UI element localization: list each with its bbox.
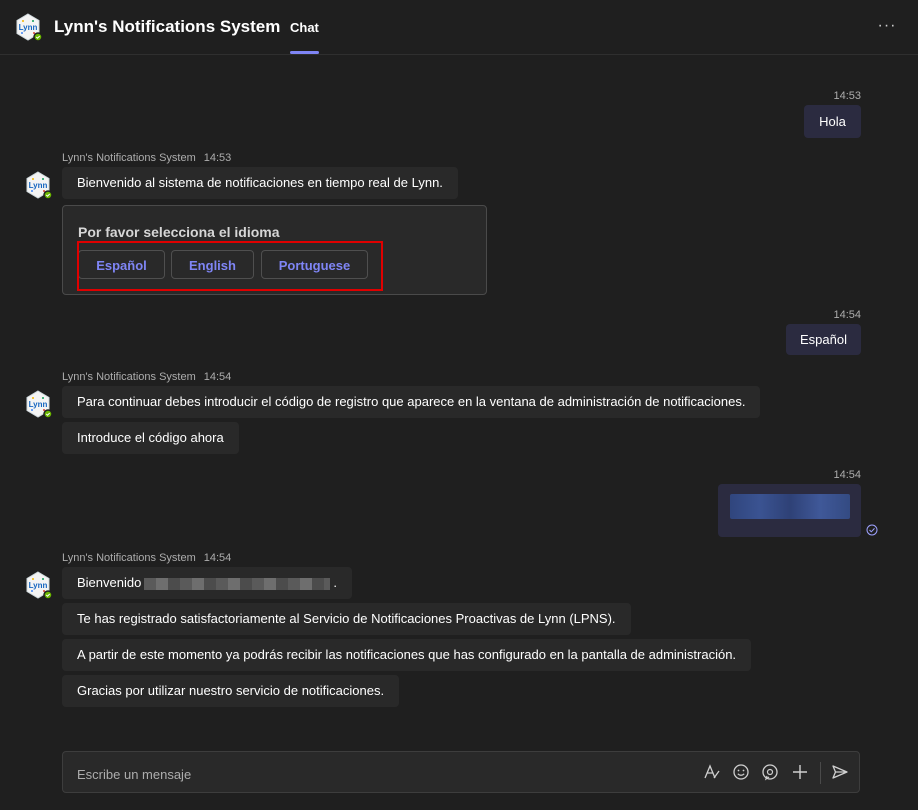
message-time: 14:54	[833, 309, 861, 321]
incoming-message: Bienvenido.	[62, 567, 352, 599]
toolbar-divider	[820, 762, 821, 784]
incoming-message: Te has registrado satisfactoriamente al …	[62, 603, 631, 635]
sender-name: Lynn's Notifications System	[62, 552, 196, 564]
app-title: Lynn's Notifications System	[54, 17, 281, 36]
app-avatar-icon	[16, 13, 42, 41]
incoming-message: Introduce el código ahora	[62, 422, 239, 454]
outgoing-message: Español	[786, 324, 861, 355]
message-time: 14:54	[203, 371, 232, 383]
message-time: 14:53	[203, 152, 232, 164]
bot-avatar	[26, 571, 52, 599]
message-meta: Lynn's Notifications System 14:53	[62, 152, 231, 164]
incoming-message: Bienvenido al sistema de notificaciones …	[62, 167, 458, 199]
message-time: 14:53	[833, 90, 861, 102]
highlight-box	[77, 241, 383, 291]
greeting-suffix: .	[333, 575, 337, 590]
message-composer	[62, 751, 860, 793]
tab-chat[interactable]: Chat	[290, 20, 319, 35]
incoming-message: Gracias por utilizar nuestro servicio de…	[62, 675, 400, 707]
read-receipt-icon	[866, 524, 878, 536]
incoming-message: A partir de este momento ya podrás recib…	[62, 639, 752, 671]
message-input[interactable]	[75, 765, 679, 783]
sender-name: Lynn's Notifications System	[62, 371, 196, 383]
bot-avatar	[26, 390, 52, 418]
emoji-icon[interactable]	[732, 763, 750, 781]
format-icon[interactable]	[703, 763, 721, 781]
message-meta: Lynn's Notifications System 14:54	[62, 552, 231, 564]
greeting-prefix: Bienvenido	[77, 575, 142, 590]
incoming-message: Para continuar debes introducir el códig…	[62, 386, 761, 418]
redacted-code	[730, 494, 850, 519]
message-time: 14:54	[203, 552, 232, 564]
sender-name: Lynn's Notifications System	[62, 152, 196, 164]
plus-icon[interactable]	[791, 763, 809, 781]
bot-avatar	[26, 171, 52, 199]
card-title: Por favor selecciona el idioma	[78, 224, 280, 240]
sticker-icon[interactable]	[761, 763, 779, 781]
active-tab-indicator	[290, 51, 319, 54]
outgoing-message: Hola	[804, 105, 861, 138]
send-icon[interactable]	[831, 763, 849, 781]
more-options-button[interactable]: ···	[876, 16, 898, 38]
outgoing-message-redacted	[718, 484, 861, 537]
redacted-name	[144, 577, 331, 590]
message-time: 14:54	[833, 469, 861, 481]
top-bar: Lynn's Notifications System Chat ···	[0, 0, 918, 55]
message-meta: Lynn's Notifications System 14:54	[62, 371, 231, 383]
